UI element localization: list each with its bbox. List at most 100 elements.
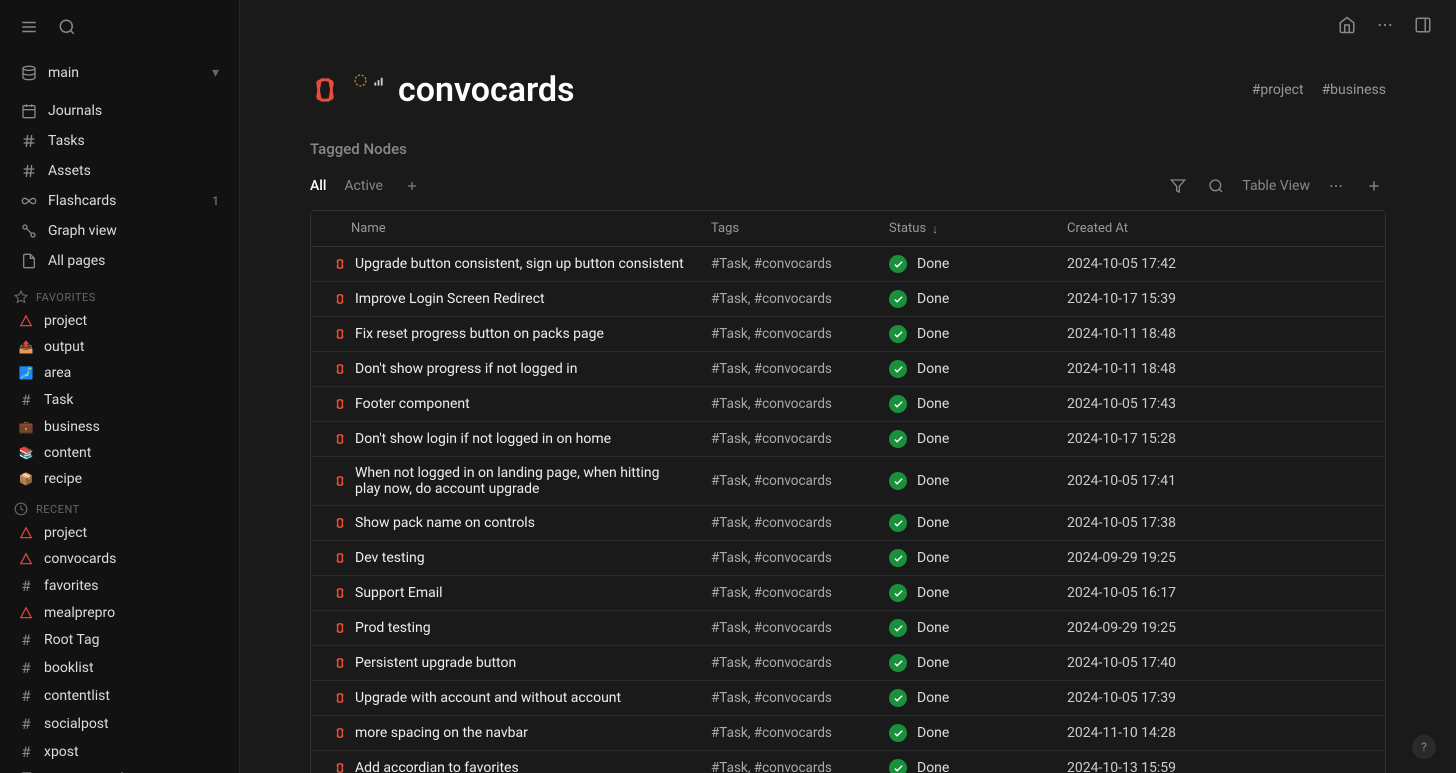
row-tags: #Task, #convocards xyxy=(711,326,832,342)
triangle-icon xyxy=(18,314,34,328)
check-icon xyxy=(889,549,907,567)
favorites-header[interactable]: FAVORITES xyxy=(0,280,239,308)
row-tags: #Task, #convocards xyxy=(711,291,832,307)
row-name: Persistent upgrade button xyxy=(355,655,516,671)
table-row[interactable]: Add accordian to favorites #Task, #convo… xyxy=(311,751,1385,773)
recent-item-convocards[interactable]: convocards xyxy=(0,546,239,572)
row-tags: #Task, #convocards xyxy=(711,585,832,601)
recent-item-root-tag[interactable]: #Root Tag xyxy=(0,626,239,654)
tab-all[interactable]: All xyxy=(310,172,326,200)
recent-item-mealprepro[interactable]: mealprepro xyxy=(0,600,239,626)
table-row[interactable]: Upgrade button consistent, sign up butto… xyxy=(311,247,1385,282)
nav-item-all-pages[interactable]: All pages xyxy=(8,246,231,276)
view-selector[interactable]: Table View xyxy=(1242,178,1310,194)
page-tag-business[interactable]: #business xyxy=(1322,82,1386,98)
nav-item-assets[interactable]: Assets xyxy=(8,156,231,186)
nav-item-graph-view[interactable]: Graph view xyxy=(8,216,231,246)
check-icon xyxy=(889,654,907,672)
row-created: 2024-09-29 19:25 xyxy=(1067,550,1176,566)
cards-icon xyxy=(333,432,347,446)
row-name: Upgrade with account and without account xyxy=(355,690,621,706)
search-button[interactable] xyxy=(54,14,80,40)
cards-icon xyxy=(333,516,347,530)
row-tags: #Task, #convocards xyxy=(711,655,832,671)
recent-item-favorites[interactable]: #favorites xyxy=(0,572,239,600)
recent-item-xpost[interactable]: #xpost xyxy=(0,738,239,766)
status-badge: Done xyxy=(889,360,949,378)
pending-icon xyxy=(354,72,367,91)
status-badge: Done xyxy=(889,472,949,490)
status-badge: Done xyxy=(889,514,949,532)
cards-icon xyxy=(333,656,347,670)
table-row[interactable]: Persistent upgrade button #Task, #convoc… xyxy=(311,646,1385,681)
help-button[interactable]: ? xyxy=(1412,735,1436,759)
column-tags[interactable]: Tags xyxy=(699,211,877,246)
favorite-item-content[interactable]: 📚content xyxy=(0,440,239,466)
filter-button[interactable] xyxy=(1166,174,1190,198)
row-name: Add accordian to favorites xyxy=(355,760,519,773)
favorite-item-recipe[interactable]: 📦recipe xyxy=(0,466,239,492)
column-status[interactable]: Status ↓ xyxy=(877,211,1055,246)
more-button[interactable] xyxy=(1372,12,1398,38)
table-row[interactable]: Footer component #Task, #convocards Done… xyxy=(311,387,1385,422)
page-tag-project[interactable]: #project xyxy=(1252,82,1304,98)
table-row[interactable]: Support Email #Task, #convocards Done 20… xyxy=(311,576,1385,611)
check-icon xyxy=(889,619,907,637)
cards-icon xyxy=(333,397,347,411)
nav-item-journals[interactable]: Journals xyxy=(8,96,231,126)
row-name: Fix reset progress button on packs page xyxy=(355,326,604,342)
table-row[interactable]: Upgrade with account and without account… xyxy=(311,681,1385,716)
recent-item-socialpost[interactable]: #socialpost xyxy=(0,710,239,738)
table-row[interactable]: Prod testing #Task, #convocards Done 202… xyxy=(311,611,1385,646)
row-created: 2024-10-05 17:43 xyxy=(1067,396,1176,412)
status-badge: Done xyxy=(889,619,949,637)
row-created: 2024-11-10 14:28 xyxy=(1067,725,1176,741)
check-icon xyxy=(889,360,907,378)
nav-item-tasks[interactable]: Tasks xyxy=(8,126,231,156)
table-row[interactable]: Don't show login if not logged in on hom… xyxy=(311,422,1385,457)
favorite-item-output[interactable]: 📤output xyxy=(0,334,239,360)
cards-icon xyxy=(333,621,347,635)
table-row[interactable]: When not logged in on landing page, when… xyxy=(311,457,1385,506)
favorite-item-project[interactable]: project xyxy=(0,308,239,334)
recent-header[interactable]: RECENT xyxy=(0,492,239,520)
column-name[interactable]: Name xyxy=(311,211,699,246)
table-row[interactable]: Dev testing #Task, #convocards Done 2024… xyxy=(311,541,1385,576)
recent-item-project[interactable]: project xyxy=(0,520,239,546)
table-row[interactable]: Show pack name on controls #Task, #convo… xyxy=(311,506,1385,541)
status-badge: Done xyxy=(889,549,949,567)
row-created: 2024-10-11 18:48 xyxy=(1067,326,1176,342)
favorite-item-business[interactable]: 💼business xyxy=(0,414,239,440)
tab-active[interactable]: Active xyxy=(344,172,383,200)
search-table-button[interactable] xyxy=(1204,174,1228,198)
favorite-item-task[interactable]: #Task xyxy=(0,386,239,414)
row-created: 2024-10-05 17:39 xyxy=(1067,690,1176,706)
panel-button[interactable] xyxy=(1410,12,1436,38)
cards-icon xyxy=(333,362,347,376)
row-created: 2024-10-05 17:41 xyxy=(1067,473,1176,489)
row-created: 2024-10-05 17:38 xyxy=(1067,515,1176,531)
recent-item-nixos-in-production[interactable]: nixos in production xyxy=(0,766,239,773)
chevron-down-icon: ▾ xyxy=(212,65,219,81)
column-created[interactable]: Created At xyxy=(1055,211,1385,246)
row-name: Prod testing xyxy=(355,620,431,636)
favorite-item-area[interactable]: 🗾area xyxy=(0,360,239,386)
row-created: 2024-10-17 15:39 xyxy=(1067,291,1176,307)
table-row[interactable]: Improve Login Screen Redirect #Task, #co… xyxy=(311,282,1385,317)
page-icon xyxy=(20,252,38,270)
table-row[interactable]: Don't show progress if not logged in #Ta… xyxy=(311,352,1385,387)
home-button[interactable] xyxy=(1334,12,1360,38)
table-row[interactable]: more spacing on the navbar #Task, #convo… xyxy=(311,716,1385,751)
recent-item-booklist[interactable]: #booklist xyxy=(0,654,239,682)
recent-item-contentlist[interactable]: #contentlist xyxy=(0,682,239,710)
view-more-button[interactable] xyxy=(1324,174,1348,198)
add-button[interactable] xyxy=(1362,174,1386,198)
branch-selector[interactable]: main ▾ xyxy=(8,58,231,88)
table-row[interactable]: Fix reset progress button on packs page … xyxy=(311,317,1385,352)
nav-item-flashcards[interactable]: Flashcards1 xyxy=(8,186,231,216)
infinity-icon xyxy=(20,192,38,210)
add-tab-button[interactable] xyxy=(401,175,423,197)
cards-icon xyxy=(333,586,347,600)
row-name: Improve Login Screen Redirect xyxy=(355,291,545,307)
menu-button[interactable] xyxy=(16,14,42,40)
